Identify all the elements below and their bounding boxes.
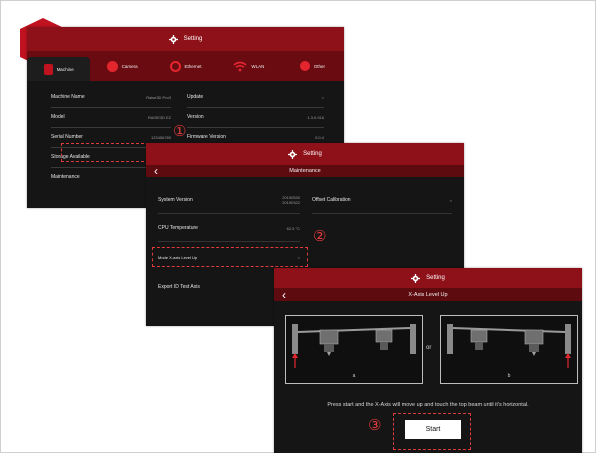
row-value: RAISE3D E2 (147, 114, 171, 120)
sub-header: ‹ Maintenance (146, 165, 464, 177)
list-item-cpu-temperature: CPU Temperature 62.5 °C (158, 215, 300, 242)
row-label: Offset Calibration (312, 197, 351, 203)
ethernet-icon (169, 60, 181, 72)
sub-header: ‹ X-Axis Level Up (274, 288, 582, 301)
screen-title: Setting (183, 36, 203, 42)
screen-title: Setting (426, 275, 445, 281)
x-axis-tilted-right-illustration (447, 324, 571, 368)
tab-label: Other (313, 63, 325, 69)
row-value: 62.5 °C (286, 225, 300, 231)
row-label: Serial Number (51, 134, 83, 140)
list-item-update[interactable]: Update > (187, 87, 324, 108)
row-label: Firmware Version (187, 134, 226, 140)
tab-wlan[interactable]: WLAN (217, 51, 280, 81)
step-marker-1: ① (173, 123, 187, 140)
row-label: CPU Temperature (158, 225, 198, 231)
illustration-b: b (440, 315, 578, 384)
list-item-offset-calibration[interactable]: Offset Calibration > (312, 187, 452, 214)
row-label: Maintenance (51, 174, 80, 180)
row-value: 1.3.0.916 (307, 114, 324, 120)
tab-other[interactable]: Other (281, 51, 344, 81)
illustration-a: a (285, 315, 423, 384)
step-marker-2: ② (313, 228, 327, 245)
row-label: Update (187, 94, 204, 100)
title-bar: Setting (27, 27, 344, 51)
list-item-system-version: System Version 20190530 20190322 (158, 187, 300, 214)
highlight-start-button (393, 413, 471, 450)
row-value: 123456789 (150, 134, 171, 140)
chevron-right-icon: > (449, 197, 452, 203)
row-value-2: 20190322 (282, 200, 300, 205)
machine-icon (43, 63, 53, 75)
row-label: Model (51, 114, 65, 120)
row-label: Version (187, 114, 204, 120)
or-label: or (426, 345, 432, 351)
sub-title: Maintenance (289, 168, 321, 174)
camera-icon (106, 60, 118, 72)
wifi-icon (233, 61, 247, 71)
list-item-model: Model RAISE3D E2 (51, 107, 171, 128)
tab-camera[interactable]: Camera (90, 51, 153, 81)
x-axis-tilted-left-illustration (292, 324, 416, 368)
tab-machine[interactable]: Machine (27, 57, 91, 81)
row-label: System Version (158, 197, 193, 203)
title-bar: Setting (146, 143, 464, 165)
tab-label: Ethernet (184, 63, 202, 69)
gear-icon (411, 273, 421, 283)
screen-title: Setting (303, 151, 322, 157)
row-value: 0.0.4 (315, 134, 324, 140)
tab-label: WLAN (251, 63, 265, 69)
tab-ethernet[interactable]: Ethernet (154, 51, 217, 81)
back-arrow-icon[interactable]: ‹ (154, 165, 158, 177)
illustration-label-a: a (352, 373, 356, 379)
gear-icon (288, 149, 298, 159)
chevron-right-icon: > (321, 94, 324, 100)
gear-icon (168, 34, 178, 44)
row-label: Export ID Test Axis (158, 284, 200, 290)
row-values: 20190530 20190322 (282, 195, 300, 205)
tab-label: Camera (121, 63, 138, 69)
row-value: Raise3D Pro3 (146, 94, 171, 100)
back-arrow-icon[interactable]: ‹ (282, 289, 286, 301)
step-marker-3: ③ (368, 417, 382, 434)
instruction-text: Press start and the X-Axis will move up … (327, 402, 529, 408)
sub-title: X-Axis Level Up (408, 291, 448, 298)
settings-tabs: Machine Camera Ethernet WLAN Other (27, 51, 344, 81)
title-bar: Setting (274, 268, 582, 288)
other-icon (299, 61, 310, 71)
list-item-version: Version 1.3.0.916 (187, 107, 324, 128)
illustration-label-b: b (507, 373, 511, 379)
highlight-x-axis-level-up (152, 247, 308, 267)
row-label: Machine Name (51, 94, 85, 100)
tab-label: Machine (56, 66, 74, 72)
list-item-machine-name[interactable]: Machine Name Raise3D Pro3 (51, 87, 171, 108)
